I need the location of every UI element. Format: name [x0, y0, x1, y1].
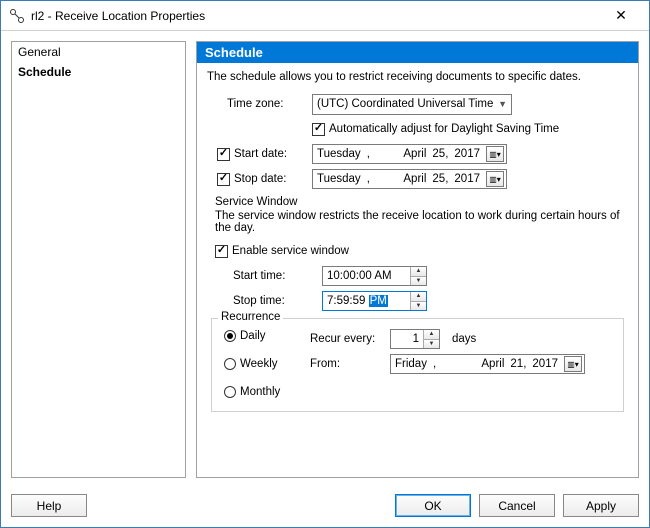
sidebar-item-general[interactable]: General: [12, 42, 185, 62]
help-button[interactable]: Help: [11, 494, 87, 517]
dst-checkbox[interactable]: [312, 123, 325, 136]
stop-time-label: Stop time:: [233, 295, 285, 307]
spinner-icon[interactable]: ▲▼: [410, 267, 426, 285]
service-window-description: The service window restricts the receive…: [215, 210, 628, 234]
timezone-combo[interactable]: (UTC) Coordinated Universal Time ▼: [312, 94, 512, 115]
enable-service-window-label: Enable service window: [232, 245, 349, 257]
service-window-legend: Service Window: [215, 196, 628, 208]
sidebar: General Schedule: [11, 41, 186, 478]
main-content: The schedule allows you to restrict rece…: [197, 63, 638, 477]
stop-date-checkbox[interactable]: [217, 173, 230, 186]
close-button[interactable]: ✕: [601, 4, 641, 28]
recurrence-legend: Recurrence: [218, 311, 283, 323]
start-date-checkbox[interactable]: [217, 148, 230, 161]
start-date-field[interactable]: Tuesday , April 25, 2017 ▥▾: [312, 144, 507, 164]
ok-button[interactable]: OK: [395, 494, 471, 517]
start-date-label: Start date:: [234, 148, 287, 160]
dialog-window: rl2 - Receive Location Properties ✕ Gene…: [0, 0, 650, 528]
window-title: rl2 - Receive Location Properties: [31, 9, 601, 23]
stop-date-field[interactable]: Tuesday , April 25, 2017 ▥▾: [312, 169, 507, 189]
schedule-description: The schedule allows you to restrict rece…: [207, 71, 628, 83]
timezone-value: (UTC) Coordinated Universal Time: [317, 98, 493, 110]
spinner-icon[interactable]: ▲▼: [423, 330, 439, 348]
recur-from-label: From:: [310, 358, 340, 370]
calendar-dropdown-icon[interactable]: ▥▾: [564, 356, 582, 372]
dialog-body: General Schedule Schedule The schedule a…: [1, 31, 649, 488]
recurrence-weekly-radio[interactable]: [224, 358, 236, 370]
chevron-down-icon: ▼: [498, 99, 507, 109]
start-time-field[interactable]: 10:00:00 AM ▲▼: [322, 266, 427, 286]
recurrence-daily-radio[interactable]: [224, 330, 236, 342]
main-panel: Schedule The schedule allows you to rest…: [196, 41, 639, 478]
button-bar: Help OK Cancel Apply: [1, 488, 649, 527]
titlebar: rl2 - Receive Location Properties ✕: [1, 1, 649, 31]
recurrence-monthly-radio[interactable]: [224, 386, 236, 398]
recurrence-daily-label: Daily: [240, 330, 266, 342]
start-time-label: Start time:: [233, 270, 285, 282]
recurrence-group: Recurrence Daily Weekly: [211, 318, 624, 412]
spinner-icon[interactable]: ▲▼: [410, 292, 426, 310]
recur-every-field[interactable]: 1 ▲▼: [390, 329, 440, 349]
stop-time-field[interactable]: 7:59:59 PM ▲▼: [322, 291, 427, 311]
stop-date-label: Stop date:: [234, 173, 286, 185]
recur-from-field[interactable]: Friday , April 21, 2017 ▥▾: [390, 354, 585, 374]
timezone-label: Time zone:: [227, 98, 283, 110]
apply-button[interactable]: Apply: [563, 494, 639, 517]
recur-every-label: Recur every:: [310, 333, 375, 345]
cancel-button[interactable]: Cancel: [479, 494, 555, 517]
recurrence-monthly-label: Monthly: [240, 386, 280, 398]
enable-service-window-checkbox[interactable]: [215, 245, 228, 258]
dst-label: Automatically adjust for Daylight Saving…: [329, 123, 559, 135]
recurrence-weekly-label: Weekly: [240, 358, 278, 370]
calendar-dropdown-icon[interactable]: ▥▾: [486, 146, 504, 162]
section-header: Schedule: [197, 42, 638, 63]
sidebar-item-schedule[interactable]: Schedule: [12, 62, 185, 82]
calendar-dropdown-icon[interactable]: ▥▾: [486, 171, 504, 187]
app-icon: [9, 8, 25, 24]
recur-every-unit: days: [452, 333, 476, 345]
